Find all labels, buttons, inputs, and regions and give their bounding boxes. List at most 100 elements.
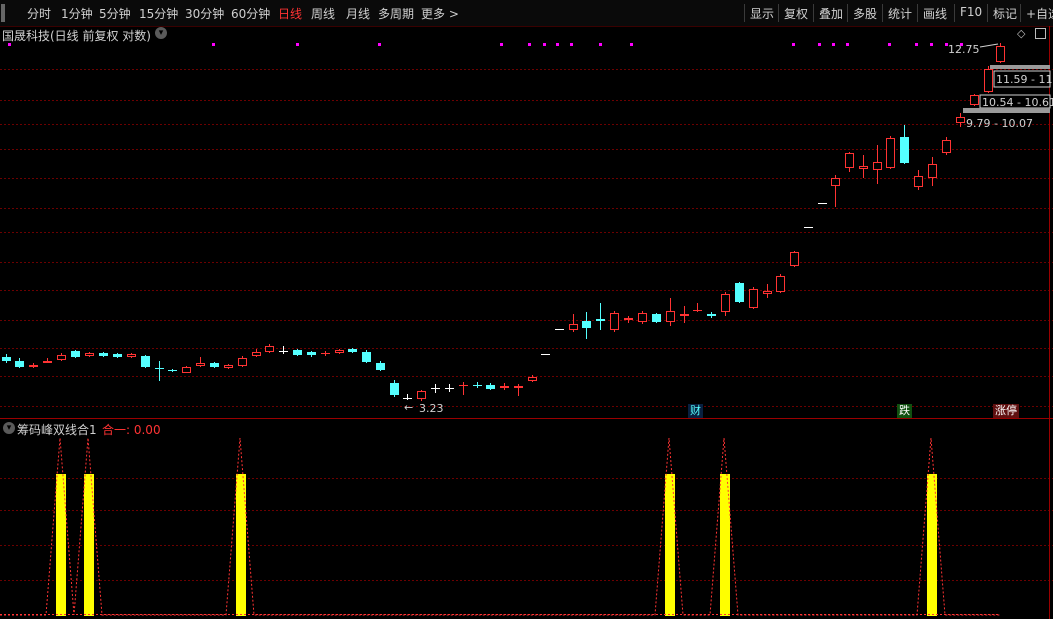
chevron-down-icon[interactable]: ▾ bbox=[3, 422, 15, 434]
candle-body bbox=[652, 314, 661, 322]
period-8[interactable]: 月线 bbox=[346, 5, 370, 22]
candle-body bbox=[680, 314, 689, 316]
price-label: 10.54 - 10.61 bbox=[982, 96, 1053, 109]
candle-body bbox=[984, 69, 993, 92]
label-box bbox=[979, 94, 1051, 109]
candle-body bbox=[71, 351, 80, 357]
diamond-icon[interactable]: ◇ bbox=[1017, 27, 1025, 40]
marker bbox=[556, 43, 559, 46]
period-9[interactable]: 多周期 bbox=[378, 5, 414, 22]
period-4[interactable]: 30分钟 bbox=[185, 5, 224, 22]
indicator-bar bbox=[236, 474, 246, 616]
marker bbox=[528, 43, 531, 46]
candle-body bbox=[113, 354, 122, 357]
candle-body bbox=[970, 95, 979, 105]
marker bbox=[818, 43, 821, 46]
candle-body bbox=[596, 319, 605, 321]
price-label: 9.79 - 10.07 bbox=[966, 117, 1033, 130]
period-7[interactable]: 周线 bbox=[311, 5, 335, 22]
candle-body bbox=[707, 314, 716, 316]
marker bbox=[630, 43, 633, 46]
chart-title: 国晟科技(日线 前复权 对数) bbox=[2, 29, 151, 43]
toolbar-0[interactable]: 显示 bbox=[750, 5, 774, 22]
candle-body bbox=[196, 363, 205, 366]
marker bbox=[915, 43, 918, 46]
leader-line bbox=[979, 43, 999, 48]
period-0[interactable]: 分时 bbox=[27, 5, 51, 22]
maximize-icon[interactable] bbox=[1035, 28, 1046, 39]
label-box bbox=[993, 70, 1051, 88]
candle-body bbox=[500, 386, 509, 388]
price-label: 3.23 bbox=[419, 402, 444, 415]
candle-body bbox=[942, 140, 951, 153]
toolbar-5[interactable]: 画线 bbox=[923, 5, 947, 22]
badge-drop[interactable]: 跌 bbox=[897, 404, 912, 418]
candle-body bbox=[928, 164, 937, 178]
candle-body bbox=[582, 321, 591, 328]
toolbar-1[interactable]: 复权 bbox=[784, 5, 808, 22]
label-bar bbox=[963, 108, 1050, 113]
marker bbox=[378, 43, 381, 46]
candle-body bbox=[15, 361, 24, 367]
candle-body bbox=[721, 294, 730, 312]
candle-body bbox=[749, 289, 758, 308]
toolbar-6[interactable]: F10 bbox=[960, 5, 982, 19]
period-3[interactable]: 15分钟 bbox=[139, 5, 178, 22]
marker bbox=[570, 43, 573, 46]
candle-body bbox=[900, 137, 909, 163]
marker bbox=[960, 43, 963, 46]
candle-body bbox=[859, 166, 868, 169]
price-label: 12.75 bbox=[948, 43, 980, 56]
toolbar-3[interactable]: 多股 bbox=[853, 5, 877, 22]
toolbar-separator bbox=[954, 4, 955, 22]
period-2[interactable]: 5分钟 bbox=[99, 5, 131, 22]
candle-body bbox=[914, 176, 923, 187]
candle-body bbox=[390, 383, 399, 395]
candle-body bbox=[886, 138, 895, 168]
toolbar-separator bbox=[744, 4, 745, 22]
candle-body bbox=[376, 363, 385, 370]
marker bbox=[846, 43, 849, 46]
toolbar-4[interactable]: 统计 bbox=[888, 5, 912, 22]
chevron-down-icon[interactable]: ▾ bbox=[155, 27, 167, 39]
indicator-bar bbox=[84, 474, 94, 616]
candle-body bbox=[141, 356, 150, 367]
candle-body bbox=[831, 178, 840, 186]
badge-limit-up[interactable]: 涨停 bbox=[993, 404, 1019, 418]
candle-body bbox=[417, 391, 426, 399]
candle-body bbox=[666, 311, 675, 322]
candle-body bbox=[210, 363, 219, 367]
toolbar-separator bbox=[847, 4, 848, 22]
arrow-left-icon: ← bbox=[404, 401, 413, 414]
candle-body bbox=[57, 355, 66, 360]
candle-body bbox=[348, 349, 357, 352]
candle-body bbox=[624, 318, 633, 320]
candle-body bbox=[873, 162, 882, 170]
toolbar-7[interactable]: 标记 bbox=[993, 5, 1017, 22]
marker bbox=[296, 43, 299, 46]
toolbar-2[interactable]: 叠加 bbox=[819, 5, 843, 22]
period-10[interactable]: 更多 > bbox=[421, 5, 459, 22]
period-6[interactable]: 日线 bbox=[278, 5, 302, 22]
candle-body bbox=[43, 361, 52, 363]
period-5[interactable]: 60分钟 bbox=[231, 5, 270, 22]
period-1[interactable]: 1分钟 bbox=[61, 5, 93, 22]
candle-body bbox=[362, 352, 371, 362]
candle-body bbox=[127, 354, 136, 357]
candlesticks bbox=[2, 43, 1005, 401]
candle-body bbox=[638, 313, 647, 322]
candle-body bbox=[265, 346, 274, 352]
indicator-title: 筹码峰双线合1 bbox=[17, 423, 97, 437]
badge-finance[interactable]: 财 bbox=[688, 404, 703, 418]
candle-body bbox=[99, 353, 108, 356]
kline-chart: 12.75 11.59 - 11 10.54 - 10.61 9.79 - 10.07… bbox=[0, 26, 1053, 619]
price-label: 11.59 - 11 bbox=[996, 73, 1052, 86]
toolbar-separator bbox=[813, 4, 814, 22]
candle-body bbox=[763, 291, 772, 294]
grid-lines bbox=[0, 26, 1053, 619]
toolbar-8[interactable]: +自选 bbox=[1026, 5, 1053, 22]
candle-body bbox=[2, 357, 11, 361]
candle-body bbox=[182, 367, 191, 373]
candle-body bbox=[486, 385, 495, 389]
top-markers bbox=[8, 43, 963, 46]
